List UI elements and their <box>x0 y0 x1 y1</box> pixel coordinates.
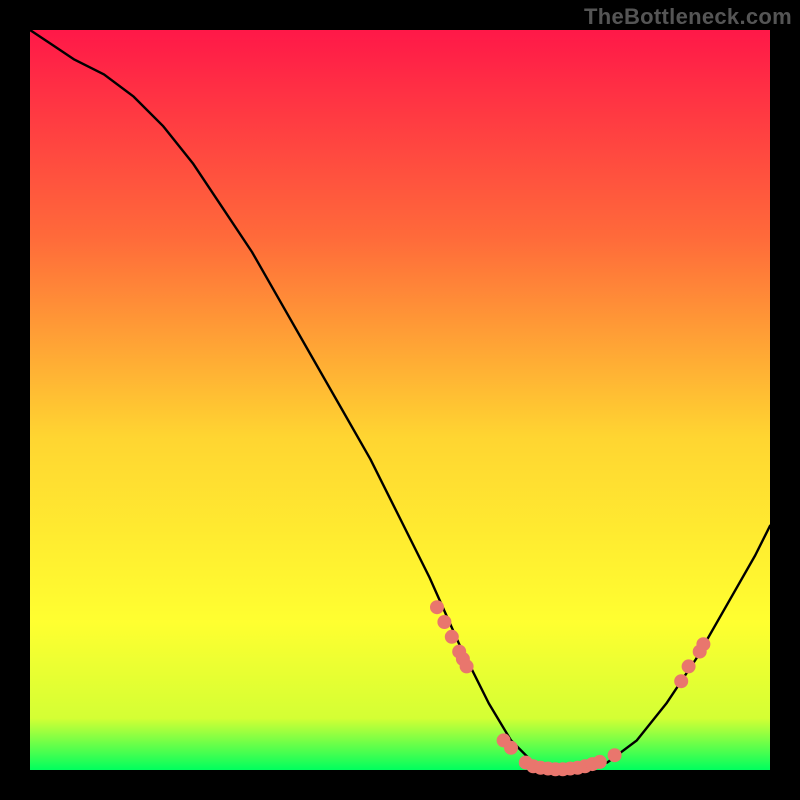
pt-low-2 <box>504 741 518 755</box>
chart-gradient-bg <box>30 30 770 770</box>
pt-right-4 <box>696 637 710 651</box>
pt-left-6 <box>460 659 474 673</box>
pt-min-11 <box>593 755 607 769</box>
pt-right-2 <box>682 659 696 673</box>
pt-left-1 <box>430 600 444 614</box>
watermark-label: TheBottleneck.com <box>584 4 792 30</box>
pt-left-3 <box>445 630 459 644</box>
pt-left-2 <box>437 615 451 629</box>
pt-min-12 <box>608 748 622 762</box>
pt-right-1 <box>674 674 688 688</box>
chart-frame: TheBottleneck.com <box>0 0 800 800</box>
bottleneck-chart <box>0 0 800 800</box>
